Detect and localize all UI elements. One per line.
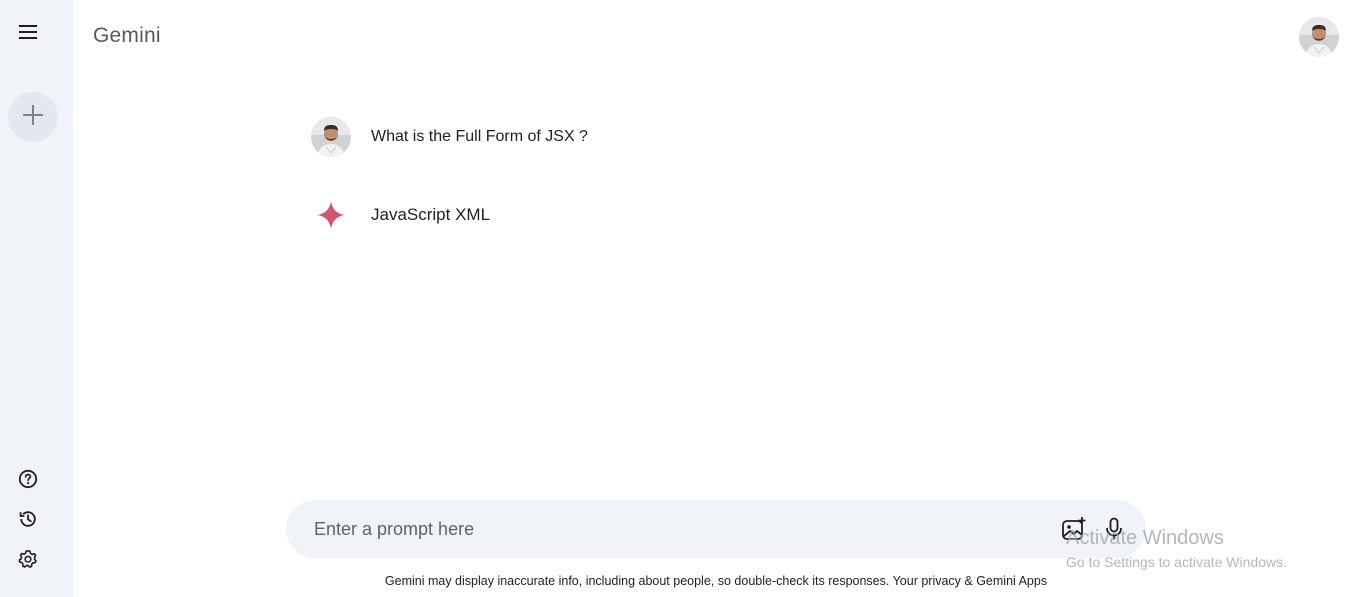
new-chat-button[interactable] (8, 92, 58, 142)
add-image-icon[interactable] (1060, 515, 1088, 543)
gemini-star-icon (311, 195, 351, 235)
app-title: Gemini (93, 24, 161, 47)
disclaimer-text: Gemini may display inaccurate info, incl… (384, 574, 1048, 588)
sidebar (0, 0, 73, 597)
user-avatar[interactable] (1299, 17, 1339, 57)
prompt-bar (286, 500, 1146, 558)
user-message: What is the Full Form of JSX ? (371, 128, 588, 145)
menu-icon[interactable] (14, 18, 42, 46)
help-icon[interactable] (14, 465, 42, 493)
plus-icon (21, 103, 45, 132)
assistant-message-row: JavaScript XML (311, 195, 490, 235)
avatar (311, 117, 351, 157)
mic-icon[interactable] (1100, 515, 1128, 543)
user-message-row: What is the Full Form of JSX ? (311, 117, 588, 157)
disclaimer-container: Gemini may display inaccurate info, incl… (0, 574, 1352, 588)
settings-icon[interactable] (14, 545, 42, 573)
history-icon[interactable] (14, 505, 42, 533)
assistant-message: JavaScript XML (371, 205, 491, 224)
prompt-input[interactable] (314, 500, 1044, 558)
